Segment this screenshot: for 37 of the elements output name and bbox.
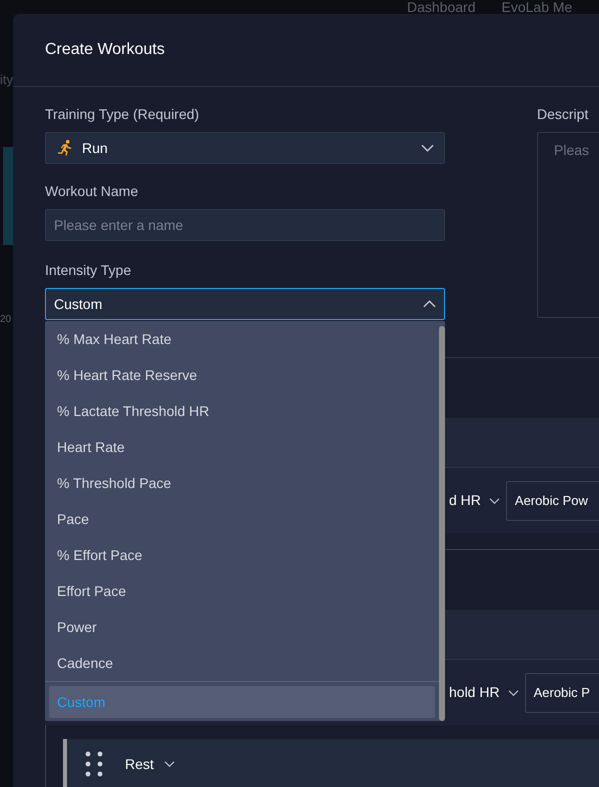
field-label: Workout Name — [45, 182, 140, 201]
dropdown-option[interactable]: % Max Heart Rate — [45, 321, 439, 357]
intensity-select[interactable]: d HR — [449, 490, 500, 511]
select-value: Custom — [54, 294, 104, 314]
field-label: Intensity Type — [45, 261, 132, 280]
chevron-down-icon — [164, 761, 175, 767]
dropdown-option[interactable]: Power — [45, 609, 439, 645]
workout-name-input[interactable]: Please enter a name — [45, 209, 445, 241]
chevron-up-icon — [423, 300, 436, 308]
dropdown-option[interactable]: Pace — [45, 501, 439, 537]
field-label: Training Type (Required) — [45, 105, 200, 124]
placeholder-text: Pleas — [554, 142, 590, 158]
intensity-select[interactable]: hold HR — [449, 682, 519, 703]
dropdown-option[interactable]: Heart Rate — [45, 429, 439, 465]
rest-select[interactable]: Rest — [125, 754, 175, 774]
field-label: Descript — [537, 105, 590, 124]
intensity-type-select[interactable]: Custom — [45, 288, 445, 320]
drag-handle-icon[interactable] — [85, 751, 103, 777]
dropdown-option[interactable]: % Heart Rate Reserve — [45, 357, 439, 393]
background-text: ity — [0, 71, 13, 89]
chevron-down-icon — [488, 498, 500, 504]
description-textarea[interactable]: Pleas — [537, 132, 599, 318]
zone-select[interactable]: Aerobic Pow — [506, 480, 599, 520]
dropdown-option[interactable]: % Threshold Pace — [45, 465, 439, 501]
background-text: 20 — [0, 314, 12, 326]
dropdown-option[interactable]: % Effort Pace — [45, 537, 439, 573]
select-value: Run — [82, 138, 109, 158]
dropdown-option[interactable]: Cadence — [45, 645, 439, 681]
scrollbar[interactable] — [439, 326, 445, 721]
runner-icon — [56, 139, 74, 157]
dropdown-option[interactable]: % Lactate Threshold HR — [45, 393, 439, 429]
chevron-down-icon — [421, 144, 434, 152]
zone-select[interactable]: Aerobic P — [524, 672, 599, 712]
chevron-down-icon — [508, 690, 519, 696]
dialog-title: Create Workouts — [45, 40, 165, 60]
training-type-select[interactable]: Run — [45, 132, 445, 164]
dropdown-option[interactable]: Effort Pace — [45, 573, 439, 609]
